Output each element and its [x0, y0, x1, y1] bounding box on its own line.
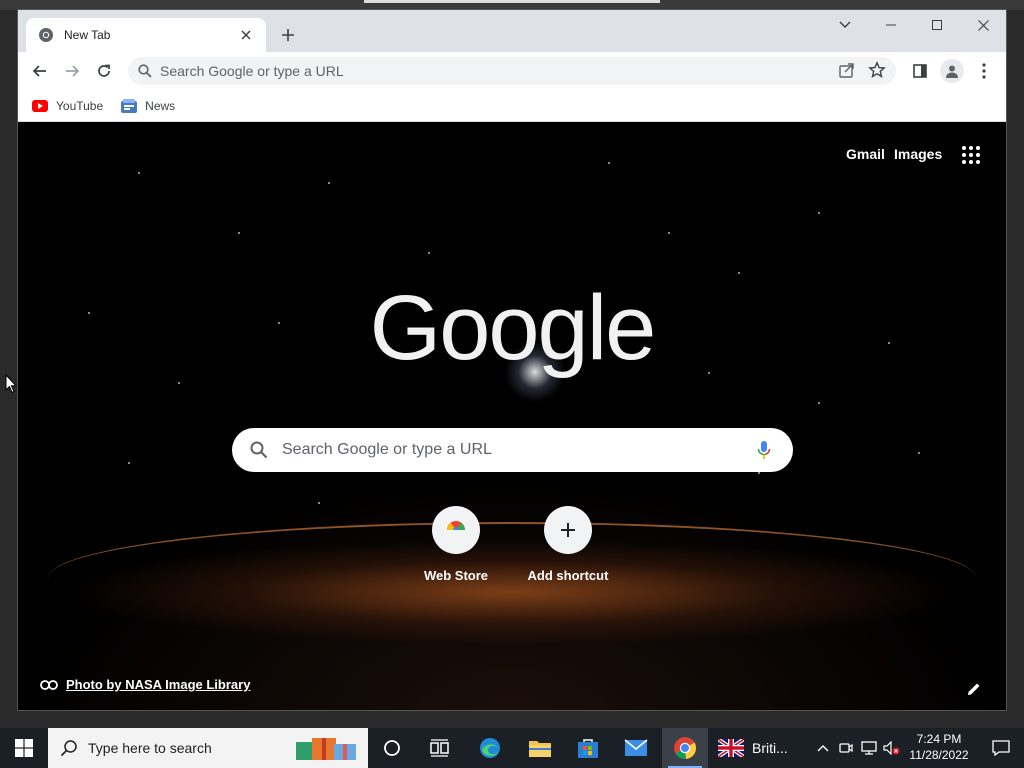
reload-button[interactable] — [90, 57, 118, 85]
star — [328, 182, 330, 184]
bookmark-news[interactable]: News — [121, 98, 175, 114]
network-icon[interactable] — [858, 728, 880, 768]
system-clock[interactable]: 7:24 PM 11/28/2022 — [898, 731, 980, 763]
search-icon — [138, 64, 152, 78]
chrome-favicon-icon — [38, 27, 54, 43]
meet-now-icon[interactable] — [836, 728, 856, 768]
star — [238, 232, 240, 234]
google-logo: Google — [369, 277, 657, 379]
photo-credit-text: Photo by NASA Image Library — [66, 677, 251, 692]
task-view-icon[interactable] — [418, 728, 462, 768]
photo-credit-link[interactable]: Photo by NASA Image Library — [40, 677, 250, 692]
bookmark-label: YouTube — [56, 98, 104, 113]
back-button[interactable] — [26, 57, 54, 85]
images-link[interactable]: Images — [894, 146, 942, 162]
star — [758, 472, 760, 474]
webstore-icon — [432, 506, 480, 554]
tab-new-tab[interactable]: New Tab — [26, 18, 266, 52]
taskbar-search-placeholder: Type here to search — [88, 740, 212, 756]
uk-flag-icon — [718, 739, 744, 757]
star — [918, 452, 920, 454]
star — [668, 232, 670, 234]
shortcut-web-store[interactable]: Web Store — [400, 506, 512, 583]
chrome-taskbar-icon[interactable] — [662, 728, 708, 768]
minimize-button[interactable] — [868, 10, 914, 40]
start-button[interactable] — [0, 728, 48, 768]
toolbar: Search Google or type a URL — [18, 52, 1006, 90]
close-window-button[interactable] — [960, 10, 1006, 40]
maximize-button[interactable] — [914, 10, 960, 40]
star — [138, 172, 140, 174]
star — [608, 162, 610, 164]
shortcut-label: Add shortcut — [527, 568, 609, 583]
ntp-search-placeholder: Search Google or type a URL — [282, 441, 492, 458]
show-hidden-icons-chevron-icon[interactable] — [812, 728, 834, 768]
star — [128, 462, 130, 464]
youtube-icon — [32, 98, 48, 114]
title-bar: New Tab — [18, 10, 1006, 52]
chrome-menu-button[interactable] — [970, 57, 998, 85]
gmail-link[interactable]: Gmail — [846, 146, 885, 162]
star — [738, 272, 740, 274]
mouse-cursor-icon — [5, 373, 18, 399]
search-icon — [250, 441, 268, 459]
star — [818, 212, 820, 214]
shortcut-add[interactable]: Add shortcut — [512, 506, 624, 583]
side-panel-button[interactable] — [906, 57, 934, 85]
bookmarks-bar: YouTube News — [18, 90, 1006, 122]
search-highlight-gifts-icon — [294, 734, 360, 762]
address-bar[interactable]: Search Google or type a URL — [128, 57, 896, 85]
clock-time: 7:24 PM — [916, 732, 962, 746]
windows-taskbar: Type here to search Briti... 7:24 PM 11/… — [0, 728, 1024, 768]
new-tab-button[interactable] — [276, 23, 300, 47]
star — [178, 382, 180, 384]
news-icon — [121, 98, 138, 114]
profile-avatar-icon[interactable] — [940, 59, 964, 83]
search-icon — [60, 739, 78, 757]
address-bar-placeholder: Search Google or type a URL — [160, 63, 344, 79]
cortana-icon[interactable] — [370, 728, 414, 768]
notification-center-icon[interactable] — [978, 728, 1024, 768]
link-icon — [40, 679, 58, 690]
chrome-window: New Tab Search Google or type a URL YouT… — [18, 10, 1006, 710]
file-explorer-icon[interactable] — [516, 728, 564, 768]
tab-close-icon[interactable] — [236, 25, 256, 45]
mail-icon[interactable] — [612, 728, 660, 768]
google-apps-icon[interactable] — [962, 146, 980, 164]
store-icon[interactable] — [564, 728, 612, 768]
desktop-background-window — [0, 0, 1024, 10]
voice-search-mic-icon[interactable] — [757, 440, 771, 460]
forward-button[interactable] — [58, 57, 86, 85]
bookmark-label: News — [145, 98, 176, 113]
language-label: Briti... — [752, 740, 788, 756]
tab-title: New Tab — [64, 28, 111, 42]
customize-pencil-icon[interactable] — [964, 679, 984, 699]
tab-search-chevron-icon[interactable] — [822, 10, 868, 40]
bookmark-youtube[interactable]: YouTube — [32, 98, 103, 114]
edge-icon[interactable] — [466, 728, 514, 768]
clock-date: 11/28/2022 — [909, 748, 969, 762]
star — [818, 402, 820, 404]
shortcut-label: Web Store — [423, 568, 489, 583]
star — [318, 502, 320, 504]
star — [428, 252, 430, 254]
taskbar-search-box[interactable]: Type here to search — [48, 728, 368, 768]
new-tab-page: Gmail Images Google Search Google or typ… — [18, 122, 1006, 710]
ntp-search-box[interactable]: Search Google or type a URL — [232, 428, 793, 472]
background-window-fragment — [364, 0, 660, 3]
plus-icon — [544, 506, 592, 554]
language-indicator[interactable]: Briti... — [718, 728, 810, 768]
share-icon[interactable] — [838, 61, 856, 79]
bookmark-star-icon[interactable] — [868, 61, 886, 79]
